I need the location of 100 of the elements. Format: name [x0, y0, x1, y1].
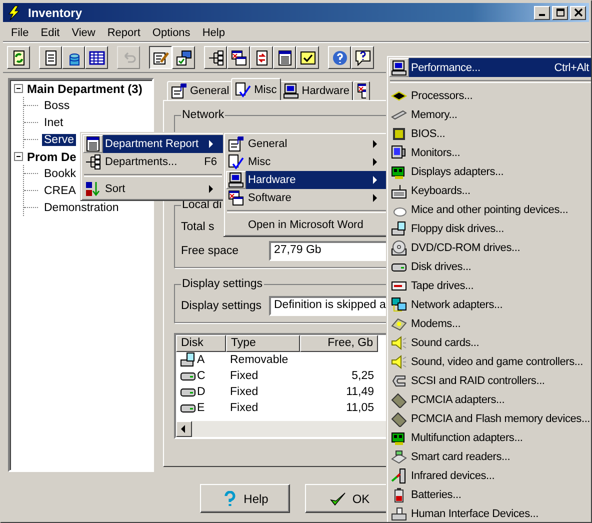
tree-item[interactable]: Main Department (3)	[27, 82, 142, 96]
menu-item[interactable]: Performance... Ctrl+Alt	[389, 58, 591, 77]
floppy-drive-icon	[391, 220, 407, 236]
document-arrows-icon	[254, 50, 270, 66]
speaker-icon	[391, 334, 407, 350]
menu-item[interactable]: Monitors...	[389, 143, 591, 162]
tab[interactable]: Hardware	[278, 81, 354, 100]
table-cell: D	[197, 386, 206, 398]
expansion-card-icon	[391, 430, 407, 446]
menu-item[interactable]: Mice and other pointing devices...	[389, 200, 591, 219]
windows-icon	[228, 190, 244, 206]
menu-item[interactable]: View	[66, 26, 102, 38]
table-cell: E	[197, 402, 205, 414]
speaker-icon	[391, 354, 407, 370]
menu-item[interactable]: Report	[101, 26, 146, 38]
menu-item[interactable]: File	[5, 26, 35, 38]
monitor-icon	[391, 144, 407, 160]
help-button[interactable]: Help	[200, 484, 290, 513]
chip-icon	[391, 126, 407, 142]
menu-item[interactable]: Smart card readers...	[389, 447, 591, 466]
tree-item[interactable]: Demonstration	[42, 202, 121, 214]
menu-item[interactable]: SCSI and RAID controllers...	[389, 371, 591, 390]
notepad-icon	[42, 50, 58, 66]
menu-item[interactable]: Network adapters...	[389, 295, 591, 314]
menu-item[interactable]: Sound cards...	[389, 333, 591, 352]
pc-card-icon	[391, 392, 407, 408]
field-label: Display settings	[181, 300, 262, 312]
list-icon	[276, 50, 292, 66]
menu-item[interactable]: Modems...	[389, 314, 591, 333]
tab[interactable]: General	[167, 81, 234, 100]
menu-item[interactable]: Hardware	[226, 171, 387, 189]
table-cell: 11,05	[346, 402, 374, 414]
minimize-button[interactable]	[534, 6, 550, 20]
menu-item[interactable]: BIOS...	[389, 124, 591, 143]
refresh-icon	[10, 50, 26, 66]
tree-item[interactable]: Boss	[42, 100, 72, 112]
expansion-card-icon	[391, 164, 407, 180]
menu-item[interactable]: PCMCIA adapters...	[389, 390, 591, 409]
computer-icon	[391, 60, 407, 76]
table-cell: 5,25	[352, 370, 374, 382]
menu-item[interactable]: Keyboards...	[389, 181, 591, 200]
card-reader-icon	[391, 448, 407, 464]
tree-item[interactable]: Inet	[42, 116, 66, 128]
menu-item[interactable]: Edit	[34, 26, 66, 38]
menu-item[interactable]: Floppy disk drives...	[389, 219, 591, 238]
tree-item[interactable]: CREA	[42, 184, 78, 196]
sort-icon	[85, 181, 101, 197]
menu-item[interactable]: Sort	[83, 180, 223, 198]
lightning-icon	[6, 4, 22, 20]
menu-item[interactable]: Department Report	[83, 135, 223, 153]
close-button[interactable]	[570, 6, 586, 20]
scroll-left-button[interactable]	[176, 421, 192, 437]
list-icon	[85, 136, 101, 152]
field-label: Free space	[181, 245, 239, 257]
tree-icon	[85, 154, 101, 170]
table-cell: A	[197, 354, 205, 366]
pc-card-icon	[391, 410, 407, 426]
menu-item[interactable]: Disk drives...	[389, 257, 591, 276]
column-header[interactable]: Type	[226, 335, 300, 352]
table-cell: Fixed	[230, 402, 258, 414]
maximize-button[interactable]	[552, 6, 568, 20]
menu-item[interactable]: Processors...	[389, 86, 591, 105]
question-mark-icon	[222, 490, 238, 506]
menu-item[interactable]: Tape drives...	[389, 276, 591, 295]
menu-item[interactable]: Memory...	[389, 105, 591, 124]
menu-item[interactable]: Infrared devices...	[389, 466, 591, 485]
infrared-device-icon	[391, 468, 407, 484]
menu-item[interactable]: PCMCIA and Flash memory devices...	[389, 409, 591, 428]
maximize-icon	[556, 8, 564, 17]
help-balloon-icon	[354, 50, 370, 66]
menu-item[interactable]: DVD/CD-ROM drives...	[389, 238, 591, 257]
menu-item[interactable]: Sound, video and game controllers...	[389, 352, 591, 371]
menu-item[interactable]: Open in Microsoft Word	[226, 216, 387, 234]
tab[interactable]: Misc	[231, 78, 281, 100]
menu-item[interactable]: Departments... F6	[83, 153, 223, 171]
pencil-document-icon	[152, 50, 168, 66]
expander-icon	[14, 152, 23, 161]
menu-item[interactable]: Help	[196, 26, 231, 38]
menu-item[interactable]: Displays adapters...	[389, 162, 591, 181]
tab[interactable]	[353, 81, 370, 100]
menu-item[interactable]: Options	[146, 26, 196, 38]
document-check-icon	[228, 154, 244, 170]
tree-item[interactable]: Bookk	[42, 168, 78, 180]
column-header[interactable]: Disk	[176, 335, 226, 352]
group-title: Display settings	[181, 278, 264, 290]
windows-icon	[230, 50, 246, 66]
column-header[interactable]: Free, Gb	[300, 335, 378, 352]
document-check-icon	[235, 82, 252, 98]
menu-item[interactable]: Software	[226, 189, 387, 207]
table-cell: Fixed	[230, 370, 258, 382]
menu-item[interactable]: Misc	[226, 153, 387, 171]
menu-item[interactable]: Multifunction adapters...	[389, 428, 591, 447]
checkmark-icon	[330, 490, 346, 506]
menu-item[interactable]: General	[226, 135, 387, 153]
toolbar-button[interactable]	[149, 46, 172, 69]
table-cell: C	[197, 370, 206, 382]
document-flag-icon	[228, 136, 244, 152]
tree-item[interactable]: Serve	[42, 134, 76, 146]
tree-item[interactable]: Prom De	[27, 150, 76, 164]
keyboard-icon	[391, 182, 407, 198]
